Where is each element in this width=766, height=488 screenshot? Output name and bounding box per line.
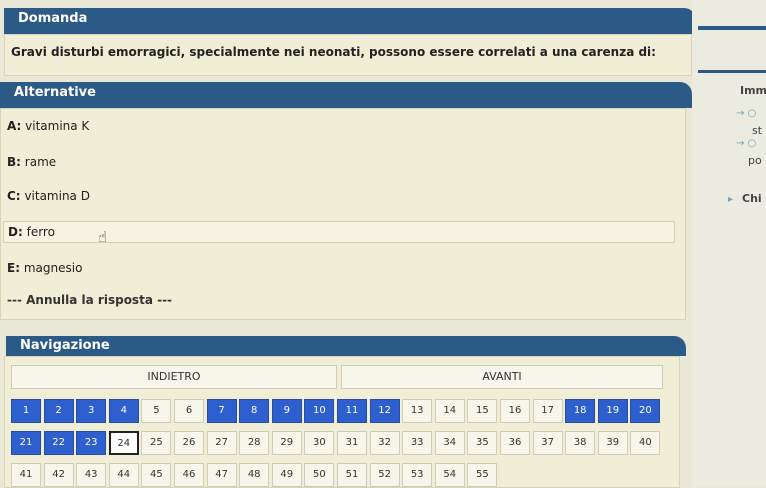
question-number-button[interactable]: 3 bbox=[76, 399, 107, 423]
question-number-button[interactable]: 50 bbox=[304, 463, 335, 487]
question-number-button[interactable]: 51 bbox=[337, 463, 367, 487]
hand-cursor-icon: ☝ bbox=[98, 228, 108, 246]
question-number-button[interactable]: 16 bbox=[500, 399, 530, 423]
option-c[interactable]: C: vitamina D bbox=[7, 189, 90, 203]
side-label-3: po bbox=[748, 154, 762, 167]
question-number-button[interactable]: 10 bbox=[304, 399, 335, 423]
question-number-button[interactable]: 26 bbox=[174, 431, 204, 455]
question-number-button[interactable]: 36 bbox=[500, 431, 530, 455]
side-label-4: Chi bbox=[742, 192, 762, 205]
question-number-button[interactable]: 15 bbox=[467, 399, 498, 423]
side-header-bar-2 bbox=[698, 70, 766, 73]
side-label-2: st bbox=[752, 124, 763, 137]
question-number-button[interactable]: 39 bbox=[597, 431, 628, 455]
question-number-button[interactable]: 30 bbox=[304, 431, 335, 455]
question-number-button[interactable]: 14 bbox=[434, 399, 465, 423]
question-number-button[interactable]: 47 bbox=[206, 463, 237, 487]
question-number-button[interactable]: 52 bbox=[369, 463, 400, 487]
alternatives-panel: Alternative A: vitamina K B: rame C: vit… bbox=[0, 82, 692, 320]
question-number-button[interactable]: 31 bbox=[337, 431, 367, 455]
navigation-body: INDIETRO AVANTI 1 2 3 4 5 6 7 8 9 10 11 12 13 14 15 16 1… bbox=[4, 356, 680, 488]
question-panel: Domanda Gravi disturbi emorragici, speci… bbox=[0, 8, 696, 76]
question-number-button[interactable]: 4 bbox=[108, 399, 139, 423]
option-text: rame bbox=[24, 155, 57, 169]
question-number-button[interactable]: 28 bbox=[239, 431, 270, 455]
question-number-button[interactable]: 8 bbox=[239, 399, 270, 423]
question-number-button[interactable]: 25 bbox=[141, 431, 172, 455]
question-number-button[interactable]: 20 bbox=[630, 399, 661, 423]
option-key: E: bbox=[7, 261, 20, 275]
navigation-panel: Navigazione INDIETRO AVANTI 1 2 3 4 5 6 7 8 9 10 1… bbox=[0, 336, 686, 488]
question-number-button[interactable]: 45 bbox=[141, 463, 172, 487]
question-number-button[interactable]: 19 bbox=[597, 399, 628, 423]
alternatives-header: Alternative bbox=[0, 82, 692, 108]
question-number-button[interactable]: 42 bbox=[43, 463, 74, 487]
navigation-header: Navigazione bbox=[6, 336, 686, 356]
arrow-right-icon: → ○ bbox=[736, 108, 757, 119]
option-text: magnesio bbox=[23, 261, 83, 275]
question-number-button[interactable]: 33 bbox=[402, 431, 433, 455]
question-number-button[interactable]: 40 bbox=[630, 431, 661, 455]
question-number-button[interactable]: 49 bbox=[271, 463, 302, 487]
option-e[interactable]: E: magnesio bbox=[7, 261, 82, 275]
question-number-button[interactable]: 24 bbox=[108, 431, 139, 455]
question-number-button[interactable]: 17 bbox=[532, 399, 563, 423]
arrow-right-icon: ▸ bbox=[728, 194, 734, 205]
option-key: D: bbox=[8, 225, 23, 239]
alternatives-body: A: vitamina K B: rame C: vitamina D D: f… bbox=[0, 108, 686, 320]
question-number-button[interactable]: 44 bbox=[108, 463, 139, 487]
question-number-button[interactable]: 6 bbox=[174, 399, 204, 423]
side-label-1: Imm bbox=[740, 84, 766, 97]
question-number-button[interactable]: 2 bbox=[43, 399, 74, 423]
question-number-button[interactable]: 1 bbox=[11, 399, 41, 423]
question-number-button[interactable]: 18 bbox=[565, 399, 596, 423]
question-number-button[interactable]: 41 bbox=[11, 463, 41, 487]
question-number-button[interactable]: 22 bbox=[43, 431, 74, 455]
question-number-button[interactable]: 37 bbox=[532, 431, 563, 455]
question-text: Gravi disturbi emorragici, specialmente … bbox=[4, 34, 692, 76]
option-key: C: bbox=[7, 189, 21, 203]
question-number-button[interactable]: 55 bbox=[467, 463, 498, 487]
question-number-button[interactable]: 38 bbox=[565, 431, 596, 455]
question-number-button[interactable]: 29 bbox=[271, 431, 302, 455]
arrow-right-icon: → ○ bbox=[736, 138, 757, 149]
question-number-button[interactable]: 27 bbox=[206, 431, 237, 455]
question-number-button[interactable]: 9 bbox=[271, 399, 302, 423]
next-button[interactable]: AVANTI bbox=[341, 365, 663, 389]
option-text: ferro bbox=[26, 225, 55, 239]
question-number-button[interactable]: 53 bbox=[402, 463, 433, 487]
question-number-button[interactable]: 34 bbox=[434, 431, 465, 455]
question-number-button[interactable]: 48 bbox=[239, 463, 270, 487]
question-number-button[interactable]: 13 bbox=[402, 399, 433, 423]
option-text: vitamina D bbox=[24, 189, 90, 203]
question-number-button[interactable]: 32 bbox=[369, 431, 400, 455]
option-key: B: bbox=[7, 155, 21, 169]
question-number-button[interactable]: 35 bbox=[467, 431, 498, 455]
question-number-button[interactable]: 43 bbox=[76, 463, 107, 487]
question-number-button[interactable]: 11 bbox=[337, 399, 367, 423]
option-text: vitamina K bbox=[25, 119, 90, 133]
option-a[interactable]: A: vitamina K bbox=[7, 119, 89, 133]
question-number-button[interactable]: 23 bbox=[76, 431, 107, 455]
question-number-button[interactable]: 12 bbox=[369, 399, 400, 423]
clear-answer-link[interactable]: --- Annulla la risposta --- bbox=[7, 293, 172, 307]
option-b[interactable]: B: rame bbox=[7, 155, 56, 169]
side-header-bar bbox=[698, 26, 766, 30]
question-number-button[interactable]: 21 bbox=[11, 431, 41, 455]
question-header: Domanda bbox=[4, 8, 696, 34]
question-number-button[interactable]: 7 bbox=[206, 399, 237, 423]
question-number-button[interactable]: 5 bbox=[141, 399, 172, 423]
question-number-button[interactable]: 54 bbox=[434, 463, 465, 487]
back-button[interactable]: INDIETRO bbox=[11, 365, 337, 389]
question-number-button[interactable]: 46 bbox=[174, 463, 204, 487]
option-key: A: bbox=[7, 119, 22, 133]
side-panel: Imm → ○ st → ○ po ▸ Chi bbox=[692, 0, 766, 487]
